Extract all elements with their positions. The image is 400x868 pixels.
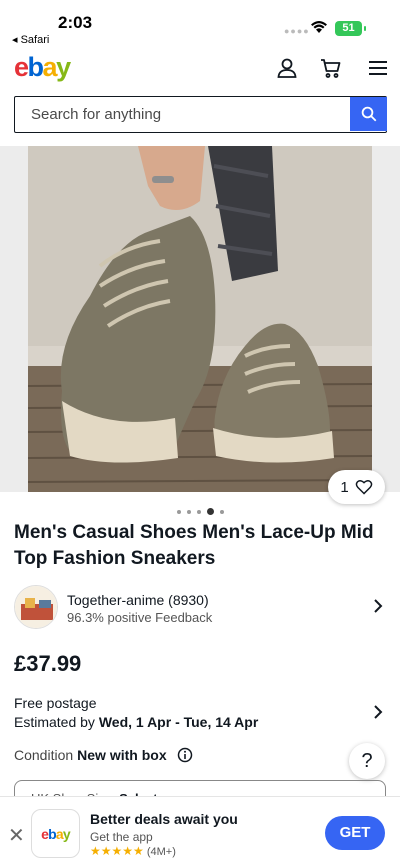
seller-feedback: 96.3% positive Feedback [67, 610, 213, 625]
pager-dot-active[interactable] [206, 508, 214, 516]
battery-icon: 51 [335, 21, 366, 36]
help-button[interactable]: ? [349, 743, 385, 779]
wifi-icon [311, 21, 327, 33]
get-app-button[interactable]: GET [325, 816, 385, 850]
seller-name[interactable]: Together-anime (8930) [67, 592, 209, 608]
watch-count: 1 [340, 478, 349, 496]
condition-row: Condition New with box [14, 747, 193, 763]
chevron-right-icon[interactable] [371, 705, 385, 719]
review-count: (4M+) [146, 846, 176, 858]
pager-dot[interactable] [219, 509, 224, 514]
image-pager[interactable] [0, 503, 400, 521]
cart-icon[interactable] [319, 56, 343, 80]
delivery-estimate[interactable]: Estimated by Wed, 1 Apr - Tue, 14 Apr [14, 714, 258, 730]
price: £37.99 [14, 651, 82, 676]
app-install-banner: ✕ ebay Better deals await you Get the ap… [0, 796, 400, 868]
header: ebay [0, 48, 400, 90]
product-image[interactable] [0, 146, 400, 492]
pager-dot[interactable] [186, 509, 191, 514]
condition-label: Condition [14, 747, 74, 763]
seller-avatar [14, 585, 58, 629]
postage-info: Free postage [14, 695, 97, 711]
product-title: Men's Casual Shoes Men's Lace-Up Mid Top… [14, 522, 374, 569]
user-icon[interactable] [275, 56, 299, 80]
pager-dot[interactable] [176, 509, 181, 514]
search-icon [361, 106, 376, 122]
ebay-logo[interactable]: ebay [14, 52, 71, 82]
ebay-app-logo: ebay [31, 809, 80, 858]
menu-icon[interactable] [366, 56, 390, 80]
back-to-safari-link[interactable]: ◂ Safari [12, 33, 49, 46]
banner-title: Better deals await you [90, 811, 238, 827]
sneaker-photo [0, 146, 400, 492]
close-icon[interactable]: ✕ [8, 823, 25, 848]
chevron-right-icon [374, 599, 383, 613]
search-button[interactable] [350, 97, 387, 131]
app-rating: ★★★★★ (4M+) [90, 844, 176, 858]
seller-row[interactable]: Together-anime (8930) 96.3% positive Fee… [14, 585, 386, 629]
info-icon[interactable] [177, 747, 193, 763]
condition-value: New with box [77, 747, 167, 763]
pager-dot[interactable] [196, 509, 201, 514]
status-time: 2:03 [58, 13, 93, 32]
search-input[interactable] [15, 97, 350, 132]
banner-subtitle: Get the app [90, 830, 153, 844]
search-bar [14, 96, 387, 133]
signal-icon: ●●●● [284, 26, 310, 36]
heart-icon [355, 480, 372, 495]
status-bar: 2:03 ◂ Safari ●●●● 51 [0, 0, 400, 48]
watch-button[interactable]: 1 [328, 470, 385, 504]
star-rating-icon: ★★★★★ [90, 844, 144, 858]
